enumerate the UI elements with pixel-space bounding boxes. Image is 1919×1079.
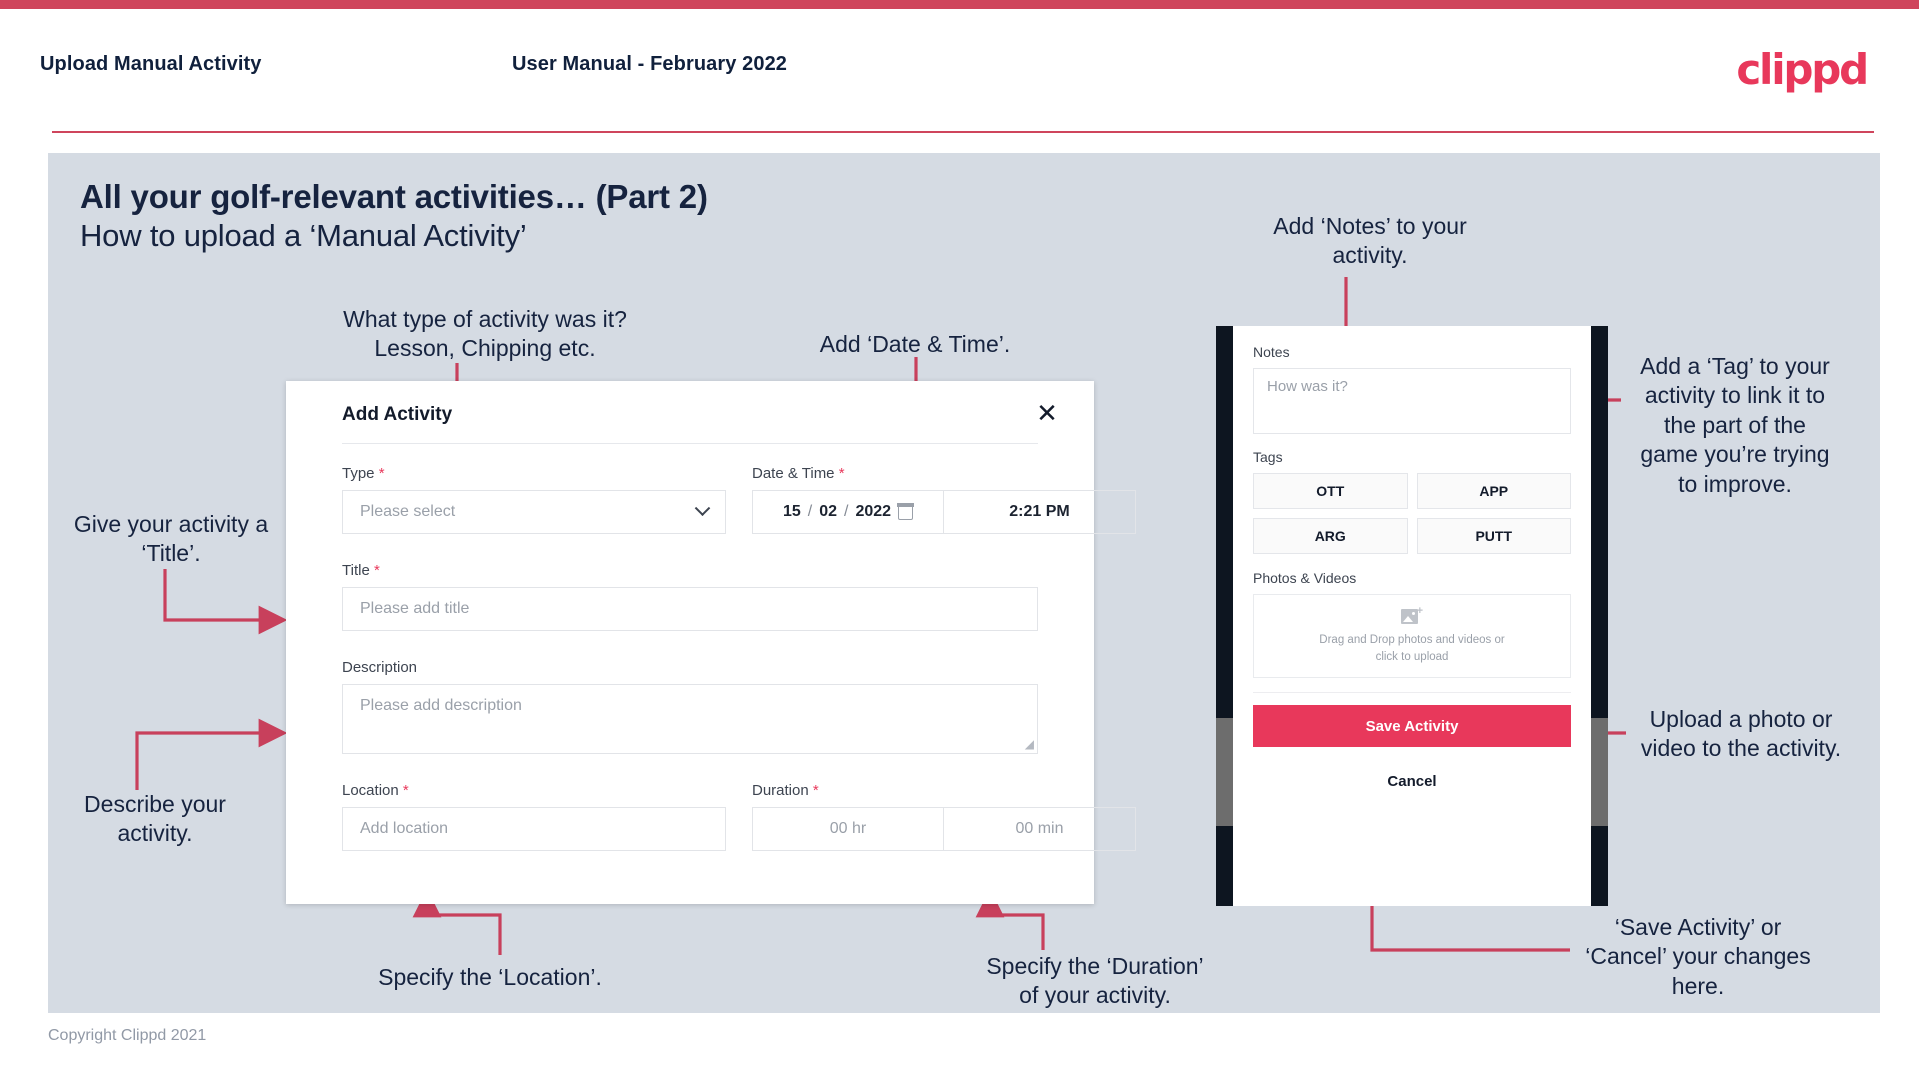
clippd-logo: clippd: [1736, 45, 1869, 94]
tag-button-arg[interactable]: ARG: [1253, 518, 1408, 554]
save-activity-button[interactable]: Save Activity: [1253, 705, 1571, 747]
datetime-field-group: Date & Time * 15 / 02 / 2022 2:21 PM: [752, 465, 1136, 534]
type-label: Type *: [342, 465, 385, 482]
title-placeholder: Please add title: [360, 600, 470, 617]
annotation-save: ‘Save Activity’ or ‘Cancel’ your changes…: [1585, 914, 1811, 999]
required-asterisk: *: [838, 465, 845, 482]
tag-button-putt[interactable]: PUTT: [1416, 518, 1571, 554]
header-divider: [52, 131, 1874, 133]
annotation-upload: Upload a photo or video to the activity.: [1640, 706, 1842, 762]
slide-subtitle: How to upload a ‘Manual Activity’: [80, 218, 527, 253]
cancel-button[interactable]: Cancel: [1253, 761, 1571, 801]
datetime-label: Date & Time *: [752, 465, 845, 482]
photo-dropzone[interactable]: + Drag and Drop photos and videos or cli…: [1253, 594, 1571, 678]
date-day: 15: [782, 503, 801, 520]
dialog-body: Type * Please select Date & Time * 15 /: [342, 465, 1136, 851]
required-asterisk: *: [378, 465, 385, 482]
phone-mockup: Notes How was it? Tags OTT APP ARG PUTT …: [1216, 326, 1608, 906]
notes-label: Notes: [1253, 344, 1290, 360]
dialog-header: Add Activity ✕: [286, 381, 1094, 443]
time-value: 2:21 PM: [1009, 503, 1070, 520]
top-accent-bar: [0, 0, 1919, 9]
resize-grip-icon[interactable]: ◢: [1025, 737, 1034, 751]
description-label: Description: [342, 659, 418, 676]
description-textarea[interactable]: Please add description ◢: [342, 684, 1038, 754]
phone-left-bezel: [1216, 326, 1233, 906]
duration-field-group: Duration * 00 hr 00 min: [752, 782, 1136, 851]
title-label: Title *: [342, 562, 380, 579]
add-image-icon: +: [1401, 605, 1423, 626]
phone-screen: Notes How was it? Tags OTT APP ARG PUTT …: [1233, 326, 1591, 906]
annotation-location: Specify the ‘Location’.: [378, 964, 602, 990]
date-input[interactable]: 15 / 02 / 2022: [752, 490, 944, 534]
dialog-divider: [342, 443, 1038, 444]
required-asterisk: *: [373, 562, 380, 579]
location-input[interactable]: Add location: [342, 807, 726, 851]
duration-minutes-input[interactable]: 00 min: [944, 807, 1136, 851]
duration-label: Duration *: [752, 782, 819, 799]
notes-textarea[interactable]: How was it?: [1253, 368, 1571, 434]
tags-grid: OTT APP ARG PUTT: [1253, 473, 1571, 554]
type-placeholder: Please select: [360, 503, 456, 520]
calendar-icon[interactable]: [897, 503, 914, 520]
add-activity-dialog: Add Activity ✕ Type * Please select Date…: [286, 381, 1136, 904]
annotation-tags: Add a ‘Tag’ to your activity to link it …: [1640, 353, 1830, 497]
slide-title: All your golf-relevant activities… (Part…: [80, 178, 708, 215]
description-field-group: Description Please add description ◢: [342, 659, 1038, 754]
date-month: 02: [819, 503, 837, 520]
annotation-duration: Specify the ‘Duration’ of your activity.: [986, 953, 1204, 1009]
type-field-group: Type * Please select: [342, 465, 726, 534]
location-placeholder: Add location: [360, 820, 449, 837]
photos-label: Photos & Videos: [1253, 570, 1357, 586]
date-sep: /: [844, 503, 849, 520]
dropzone-text: Drag and Drop photos and videos or click…: [1319, 633, 1505, 663]
notes-placeholder: How was it?: [1267, 378, 1348, 395]
title-input[interactable]: Please add title: [342, 587, 1038, 631]
close-icon[interactable]: ✕: [1032, 399, 1062, 429]
location-field-group: Location * Add location: [342, 782, 726, 851]
duration-hours-input[interactable]: 00 hr: [752, 807, 944, 851]
annotation-notes: Add ‘Notes’ to your activity.: [1273, 213, 1467, 269]
tag-button-app[interactable]: APP: [1416, 473, 1571, 509]
dialog-title: Add Activity: [342, 404, 453, 425]
annotation-title: Give your activity a ‘Title’.: [73, 511, 269, 567]
annotation-type: What type of activity was it? Lesson, Ch…: [343, 306, 627, 362]
page-subtitle: User Manual - February 2022: [512, 53, 788, 75]
date-sep: /: [807, 503, 813, 520]
time-input[interactable]: 2:21 PM: [944, 490, 1136, 534]
phone-divider: [1253, 692, 1571, 693]
page-title: Upload Manual Activity: [40, 53, 262, 75]
type-select[interactable]: Please select: [342, 490, 726, 534]
annotation-description: Describe your activity.: [84, 791, 226, 847]
page-header: Upload Manual Activity User Manual - Feb…: [0, 9, 1919, 133]
copyright-text: Copyright Clippd 2021: [48, 1027, 207, 1044]
required-asterisk: *: [402, 782, 409, 799]
location-label: Location *: [342, 782, 409, 799]
tags-label: Tags: [1253, 449, 1283, 465]
phone-right-bezel: [1591, 326, 1608, 906]
chevron-down-icon: [694, 499, 711, 516]
tag-button-ott[interactable]: OTT: [1253, 473, 1408, 509]
date-year: 2022: [855, 503, 892, 520]
required-asterisk: *: [812, 782, 819, 799]
title-field-group: Title * Please add title: [342, 562, 1038, 631]
annotation-datetime: Add ‘Date & Time’.: [819, 331, 1011, 357]
description-placeholder: Please add description: [360, 697, 522, 714]
